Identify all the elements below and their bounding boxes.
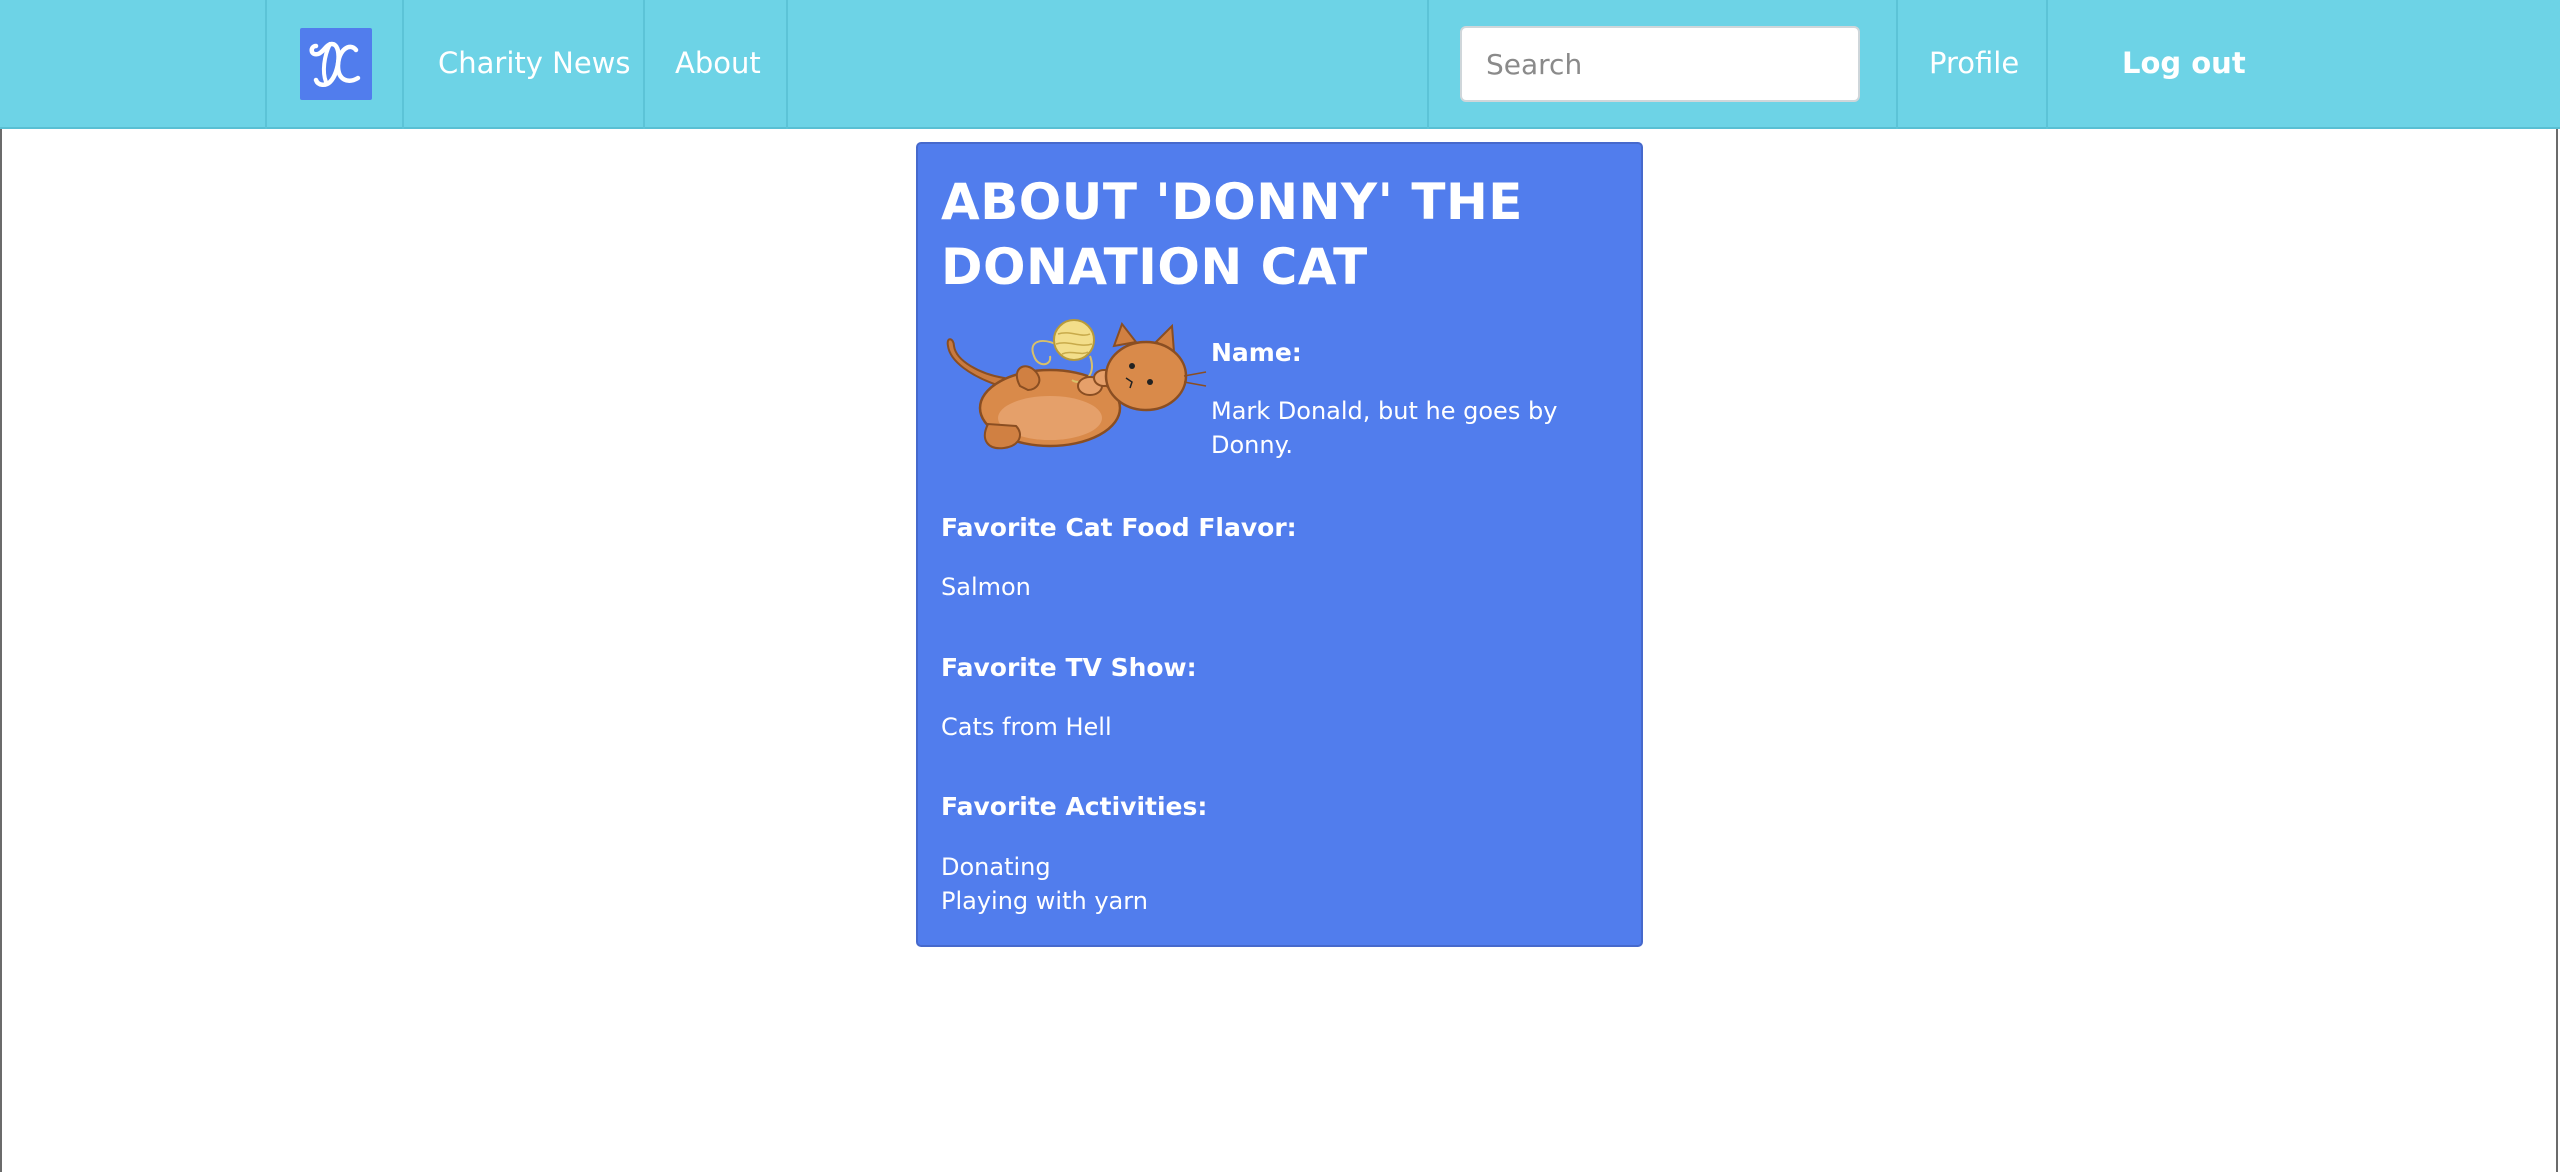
card-title: ABOUT 'DONNY' THE DONATION CAT [941, 173, 1523, 296]
logout-link[interactable]: Log out [2122, 38, 2246, 88]
activity-item: Donating [941, 853, 1051, 881]
food-flavor-label: Favorite Cat Food Flavor: [941, 513, 1297, 542]
activity-item: Playing with yarn [941, 887, 1148, 915]
about-cat-card: ABOUT 'DONNY' THE DONATION CAT Name: Mar… [916, 142, 1643, 947]
nav-divider [1896, 0, 1898, 129]
food-flavor-value: Salmon [941, 573, 1031, 601]
name-value: Mark Donald, but he goes by Donny. [1211, 397, 1558, 459]
nav-divider [265, 0, 267, 129]
top-navbar: Charity News About Profile Log out [0, 0, 2560, 129]
nav-link-about[interactable]: About [675, 38, 761, 88]
nav-divider [2046, 0, 2048, 129]
nav-divider [402, 0, 404, 129]
search-input[interactable] [1460, 26, 1860, 102]
nav-divider [786, 0, 788, 129]
dc-logo-icon [309, 41, 361, 87]
profile-link[interactable]: Profile [1929, 38, 2019, 88]
tv-show-value: Cats from Hell [941, 713, 1112, 741]
activities-label: Favorite Activities: [941, 792, 1208, 821]
cat-with-yarn-image [946, 319, 1207, 450]
nav-link-charity-news[interactable]: Charity News [438, 38, 631, 88]
tv-show-label: Favorite TV Show: [941, 653, 1197, 682]
site-logo[interactable] [300, 28, 372, 100]
nav-divider [1427, 0, 1429, 129]
nav-divider [643, 0, 645, 129]
name-label: Name: [1211, 338, 1302, 367]
